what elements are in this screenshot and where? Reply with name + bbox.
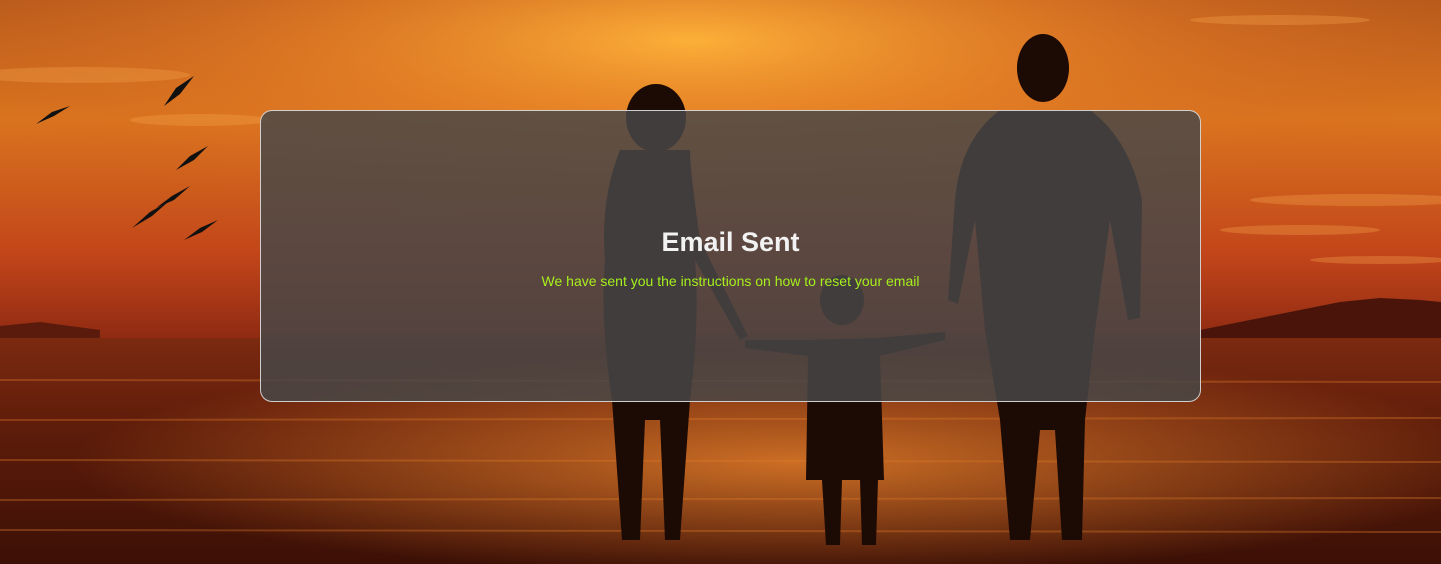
email-sent-message: We have sent you the instructions on how… [541,273,920,289]
page-background: Email Sent We have sent you the instruct… [0,0,1441,564]
email-sent-title: Email Sent [661,227,800,257]
email-sent-card: Email Sent We have sent you the instruct… [260,110,1201,402]
